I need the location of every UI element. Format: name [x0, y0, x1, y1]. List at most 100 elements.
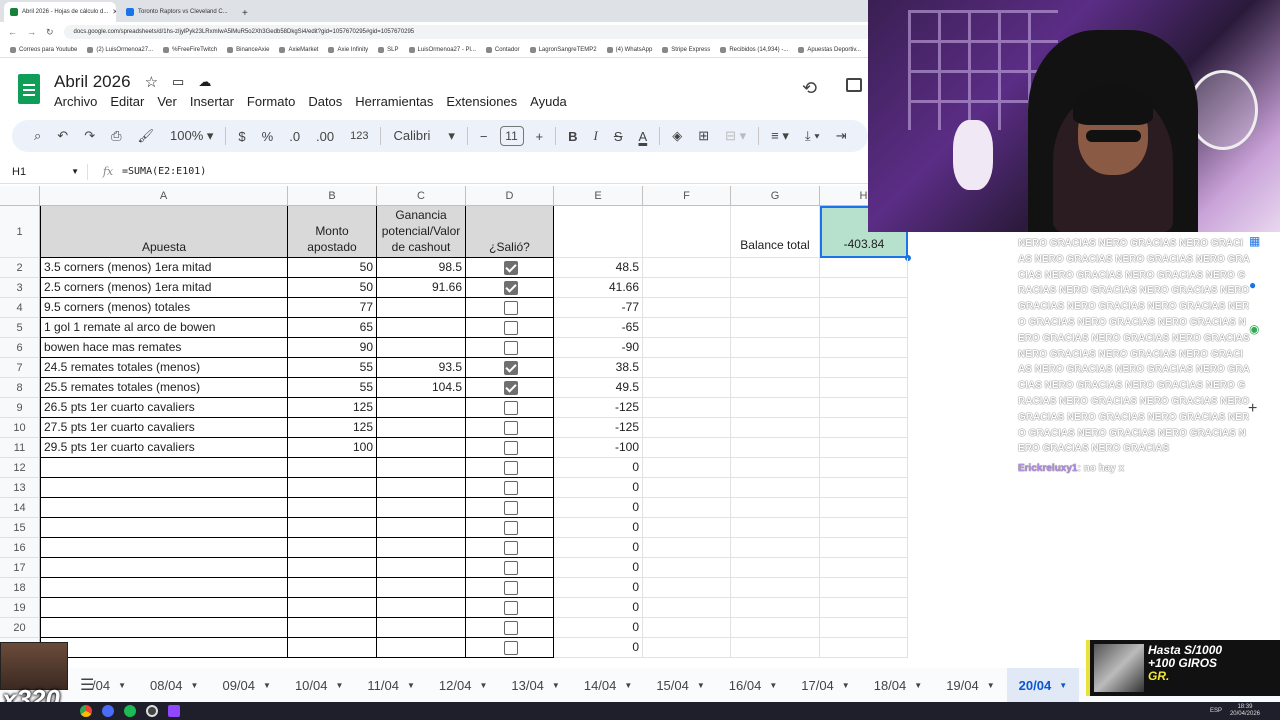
bookmark-item[interactable]: Contador — [485, 46, 520, 53]
cell-d[interactable] — [466, 438, 554, 458]
app-icon[interactable] — [102, 705, 114, 717]
cell-e[interactable]: 0 — [554, 538, 643, 558]
cell[interactable] — [731, 398, 820, 418]
checkbox[interactable] — [504, 501, 518, 515]
cell[interactable] — [820, 358, 908, 378]
fill-color-icon[interactable]: ◈ — [664, 128, 690, 144]
bookmark-item[interactable]: SLP — [378, 46, 399, 53]
star-icon[interactable]: ☆ — [145, 73, 158, 91]
cell[interactable] — [820, 438, 908, 458]
cell[interactable] — [731, 358, 820, 378]
cell[interactable] — [643, 438, 731, 458]
formula-input[interactable]: =SUMA(E2:E101) — [122, 166, 206, 177]
browser-tab-sheets[interactable]: Abril 2026 - Hojas de cálculo d... ✕ — [4, 2, 116, 22]
cell[interactable] — [820, 578, 908, 598]
name-box[interactable]: H1 ▼ — [0, 163, 88, 180]
cell-b[interactable] — [288, 458, 377, 478]
checkbox[interactable] — [504, 381, 518, 395]
bookmark-item[interactable]: BinanceAxie — [227, 46, 269, 53]
sheet-tab[interactable]: 08/04 ▼ — [138, 668, 210, 702]
font-size-input[interactable]: 11 — [499, 126, 524, 146]
header-cell-a[interactable]: Apuesta — [40, 206, 288, 258]
search-menus-icon[interactable]: ⌕ — [26, 128, 49, 144]
row-header[interactable]: 17 — [0, 558, 40, 578]
cell[interactable] — [643, 578, 731, 598]
cell[interactable] — [643, 638, 731, 658]
cell-a[interactable]: 29.5 pts 1er cuarto cavaliers — [40, 438, 288, 458]
cell-d[interactable] — [466, 278, 554, 298]
row-header[interactable]: 6 — [0, 338, 40, 358]
cell[interactable] — [820, 478, 908, 498]
decrease-font-size-button[interactable]: − — [472, 129, 496, 144]
cell-c[interactable] — [377, 318, 466, 338]
cell[interactable] — [731, 458, 820, 478]
cell-e[interactable]: 0 — [554, 638, 643, 658]
sheet-tab[interactable]: 18/04 ▼ — [862, 668, 934, 702]
cell-b[interactable]: 55 — [288, 378, 377, 398]
sheet-tab[interactable]: 13/04 ▼ — [499, 668, 571, 702]
checkbox[interactable] — [504, 561, 518, 575]
cell-a[interactable]: 26.5 pts 1er cuarto cavaliers — [40, 398, 288, 418]
bookmark-item[interactable]: (4) WhatsApp — [606, 46, 652, 53]
checkbox[interactable] — [504, 641, 518, 655]
cell-c[interactable] — [377, 558, 466, 578]
cell-d[interactable] — [466, 398, 554, 418]
cell-a[interactable]: 27.5 pts 1er cuarto cavaliers — [40, 418, 288, 438]
cell-b[interactable]: 50 — [288, 258, 377, 278]
sheet-tab[interactable]: 14/04 ▼ — [572, 668, 644, 702]
chevron-down-icon[interactable]: ▼ — [407, 681, 415, 690]
menu-item[interactable]: Editar — [110, 94, 144, 109]
cell[interactable] — [731, 478, 820, 498]
cell-d[interactable] — [466, 558, 554, 578]
document-title[interactable]: Abril 2026 — [54, 72, 131, 92]
cell[interactable] — [643, 278, 731, 298]
twitch-icon[interactable] — [168, 705, 180, 717]
cell-b[interactable]: 100 — [288, 438, 377, 458]
cell-d[interactable] — [466, 598, 554, 618]
text-wrap-icon[interactable]: ⇥ — [828, 128, 855, 144]
cell-e[interactable]: 41.66 — [554, 278, 643, 298]
cell-e[interactable]: 0 — [554, 478, 643, 498]
cell-c[interactable] — [377, 478, 466, 498]
italic-button[interactable]: I — [586, 128, 606, 144]
cell-b[interactable] — [288, 478, 377, 498]
cell-c[interactable] — [377, 298, 466, 318]
cell-a[interactable] — [40, 498, 288, 518]
checkbox[interactable] — [504, 301, 518, 315]
add-addon-icon[interactable]: + — [1248, 400, 1257, 418]
bookmark-item[interactable]: Stripe Express — [662, 46, 710, 53]
cell[interactable] — [643, 338, 731, 358]
chevron-down-icon[interactable]: ▼ — [118, 681, 126, 690]
checkbox[interactable] — [504, 541, 518, 555]
row-header[interactable]: 10 — [0, 418, 40, 438]
sheet-tab[interactable]: 12/04 ▼ — [427, 668, 499, 702]
row-header[interactable]: 4 — [0, 298, 40, 318]
browser-tab-nba[interactable]: Toronto Raptors vs Cleveland C...✕ — [120, 2, 232, 22]
cell-d[interactable] — [466, 578, 554, 598]
row-header[interactable]: 13 — [0, 478, 40, 498]
cell[interactable] — [820, 498, 908, 518]
bold-button[interactable]: B — [560, 129, 585, 144]
cell-b[interactable] — [288, 598, 377, 618]
checkbox[interactable] — [504, 421, 518, 435]
cell-b[interactable] — [288, 618, 377, 638]
bookmark-item[interactable]: LuisOrmenoa27 - Pl... — [408, 46, 476, 53]
version-history-icon[interactable]: ⟲ — [802, 78, 817, 99]
chevron-down-icon[interactable]: ▼ — [987, 681, 995, 690]
sheets-logo-icon[interactable] — [18, 74, 40, 104]
cell[interactable] — [731, 638, 820, 658]
row-header[interactable]: 5 — [0, 318, 40, 338]
select-all-corner[interactable] — [0, 186, 40, 206]
cell-a[interactable]: 9.5 corners (menos) totales — [40, 298, 288, 318]
cell[interactable] — [643, 478, 731, 498]
cell[interactable] — [731, 498, 820, 518]
bookmark-item[interactable]: Recibidos (14,934) -... — [720, 46, 788, 53]
cell[interactable] — [643, 206, 731, 258]
contacts-icon[interactable]: ● — [1249, 278, 1263, 292]
chevron-down-icon[interactable]: ▼ — [263, 681, 271, 690]
cell[interactable] — [820, 278, 908, 298]
cell-d[interactable] — [466, 518, 554, 538]
cell-b[interactable]: 125 — [288, 418, 377, 438]
cell[interactable] — [820, 518, 908, 538]
bookmark-item[interactable]: Axie Infinity — [328, 46, 368, 53]
